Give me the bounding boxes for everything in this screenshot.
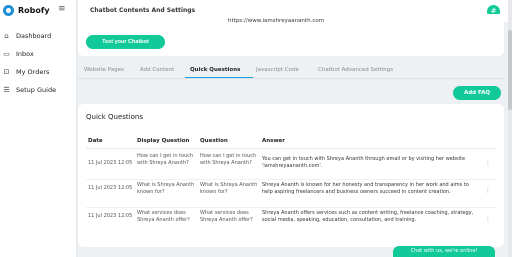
column-header-answer: Answer (262, 138, 285, 144)
row-answer: Shreya Ananth offers services such as co… (262, 210, 474, 223)
sidebar-item-label: Inbox (16, 49, 34, 58)
active-tab-indicator (185, 77, 253, 78)
sidebar-item-setup-guide[interactable]: ☰ Setup Guide (2, 82, 56, 97)
column-header-date: Date (88, 138, 103, 144)
more-options-icon[interactable]: ⋮ (485, 160, 491, 167)
row-date: 11 Jul 2023 12:05 (88, 213, 133, 219)
tab-javascript-code[interactable]: Javascript Code (256, 67, 299, 73)
sidebar-item-my-orders[interactable]: ⊡ My Orders (2, 64, 56, 79)
page-title: Chatbot Contents And Settings (90, 7, 196, 14)
tab-add-content[interactable]: Add Content (140, 67, 174, 73)
row-divider (86, 179, 496, 180)
sidebar-item-dashboard[interactable]: ⌂ Dashboard (2, 28, 56, 43)
cart-icon: ⊡ (3, 67, 10, 76)
row-question: What is Shreya Ananth known for? (200, 182, 258, 195)
row-question: What services does Shreya Ananth offer? (200, 210, 253, 223)
website-url: https://www.iamshreyaananth.com (228, 18, 325, 24)
test-chatbot-button[interactable]: Test your Chatbot (86, 35, 165, 49)
add-faq-button[interactable]: Add FAQ (453, 86, 501, 100)
inbox-icon: ▭ (3, 49, 10, 58)
tab-quick-questions[interactable]: Quick Questions (190, 67, 240, 73)
scrollbar-thumb[interactable] (508, 30, 512, 110)
tab-website-pages[interactable]: Website Pages (84, 67, 124, 73)
list-icon: ☰ (3, 85, 10, 94)
more-options-icon[interactable]: ⋮ (485, 216, 491, 223)
column-header-question: Question (200, 138, 228, 144)
hamburger-icon[interactable]: ≡ (58, 4, 66, 14)
sidebar-item-label: Setup Guide (16, 85, 57, 94)
page-scrollbar[interactable] (508, 0, 512, 257)
header-divider (86, 148, 496, 149)
robofy-logo-icon (3, 5, 14, 16)
row-date: 11 Jul 2023 12:05 (88, 185, 133, 191)
sidebar-item-label: My Orders (16, 67, 50, 76)
home-icon: ⌂ (4, 31, 9, 40)
row-display-question: What services does Shreya Ananth offer? (137, 210, 190, 223)
tabs-divider (78, 78, 504, 79)
chat-widget-button[interactable]: Chat with us, we're online! (393, 246, 495, 257)
sidebar-item-inbox[interactable]: ▭ Inbox (2, 46, 56, 61)
row-question: How can I get in touch with Shreya Anant… (200, 153, 257, 166)
sidebar-item-label: Dashboard (16, 31, 52, 40)
more-options-icon[interactable]: ⋮ (485, 187, 491, 194)
row-display-question: How can I get in touch with Shreya Anant… (137, 153, 194, 166)
tab-chatbot-advanced-settings[interactable]: Chatbot Advanced Settings (318, 67, 393, 73)
chatbot-info-card: https://www.iamshreyaananth.com Test you… (78, 14, 504, 56)
row-date: 11 Jul 2023 12:05 (88, 160, 133, 166)
row-answer: You can get in touch with Shreya Ananth … (262, 156, 466, 169)
brand-name: Robofy (18, 6, 50, 15)
brand[interactable]: Robofy (3, 5, 50, 16)
column-header-display-question: Display Question (137, 138, 190, 144)
row-divider (86, 207, 496, 208)
row-display-question: What is Shreya Ananth known for? (137, 182, 195, 195)
row-answer: Shreya Ananth is known for her honesty a… (262, 182, 469, 195)
sidebar-nav: ⌂ Dashboard ▭ Inbox ⊡ My Orders ☰ Setup … (2, 28, 56, 100)
quick-questions-card: Quick Questions Date Display Question Qu… (78, 104, 504, 247)
sidebar: Robofy ≡ ⌂ Dashboard ▭ Inbox ⊡ My Orders… (0, 0, 77, 257)
section-title: Quick Questions (86, 113, 143, 121)
settings-tabs: Website Pages Add Content Quick Question… (78, 64, 504, 79)
